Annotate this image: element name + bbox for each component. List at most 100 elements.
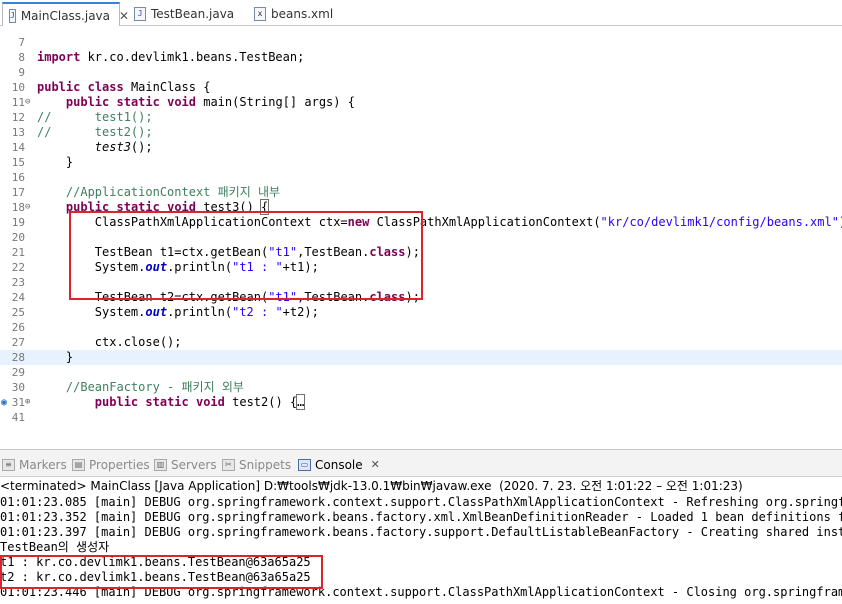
code-line[interactable]: 28 } [0,350,842,365]
console-line: TestBean의 생성자 [0,540,110,554]
code-text: ctx.close(); [37,335,182,349]
tab-console[interactable]: ▭ Console ✕ [298,456,380,473]
code-text: } [37,350,74,364]
console-line: 01:01:23.397 [main] DEBUG org.springfram… [0,525,842,539]
code-line[interactable]: 10 public class MainClass { [0,80,842,95]
tab-beans-xml[interactable]: x beans.xml [248,2,339,26]
markers-icon: ≡ [2,458,15,471]
expand-fold-icon[interactable]: ⊕ [25,395,35,410]
tab-snippets[interactable]: ✂ Snippets [222,456,291,473]
code-text: // test1(); [37,110,153,124]
code-text: } [37,155,74,169]
line-number: 14 [11,141,25,154]
line-number: 9 [18,66,25,79]
tab-label: Servers [171,457,217,472]
code-text: public static void test3() { [65,199,270,215]
servers-icon: ▥ [154,458,167,471]
console-process-header: <terminated> MainClass [Java Application… [0,479,743,493]
code-line[interactable]: 20 [0,230,842,245]
console-line: 01:01:23.085 [main] DEBUG org.springfram… [0,495,842,509]
code-text: ClassPathXmlApplicationContext ctx=new C… [37,215,842,229]
code-editor[interactable]: 41 31 ◉ ⊕ public static void test2() {… 30 /… [0,26,842,438]
java-file-icon: J [9,8,16,23]
code-line[interactable]: 9 [0,65,842,80]
code-line[interactable]: 26 [0,320,842,335]
code-line[interactable]: 13 // test2(); [0,125,842,140]
code-line[interactable]: 18 ⊖ public static void test3() { [0,199,842,215]
code-text: System.out.println("t1 : "+t1); [37,260,319,274]
code-line[interactable]: 19 ClassPathXmlApplicationContext ctx=ne… [0,215,842,230]
collapse-fold-icon[interactable]: ⊖ [25,95,35,110]
code-line[interactable]: 27 ctx.close(); [0,335,842,350]
tab-testbean-java[interactable]: J TestBean.java [128,2,240,26]
code-text: test3(); [94,140,153,154]
override-marker-icon[interactable]: ◉ [1,395,11,410]
tab-label: Properties [89,457,150,472]
tab-properties[interactable]: ▤ Properties [72,456,150,473]
line-number: 12 [11,111,25,124]
tab-servers[interactable]: ▥ Servers [154,456,217,473]
code-line[interactable]: 14 test3(); [0,140,842,155]
line-number: 28 [11,351,25,364]
code-line[interactable]: 17 //ApplicationContext 패키지 내부 [0,185,842,200]
code-line[interactable]: 16 [0,170,842,185]
console-icon: ▭ [298,458,311,471]
line-number: 18 [11,201,25,214]
console-line: 01:01:23.352 [main] DEBUG org.springfram… [0,510,842,524]
xml-file-icon: x [254,7,266,21]
tab-label: beans.xml [271,7,334,21]
collapse-fold-icon[interactable]: ⊖ [25,200,35,215]
code-text: public static void test2() {… [94,394,306,410]
line-number: 26 [11,321,25,334]
code-line[interactable]: 21 TestBean t1=ctx.getBean("t1",TestBean… [0,245,842,260]
line-number: 19 [11,216,25,229]
code-line[interactable]: 31 ◉ ⊕ public static void test2() {… [0,394,842,410]
properties-icon: ▤ [72,458,85,471]
line-number: 41 [11,411,25,424]
line-number: 20 [11,231,25,244]
line-number: 13 [11,126,25,139]
code-text: TestBean t1=ctx.getBean("t1",TestBean.cl… [37,245,420,259]
tab-markers[interactable]: ≡ Markers [2,456,67,473]
tab-label: Console [315,457,363,472]
code-text: TestBean t2=ctx.getBean("t1",TestBean.cl… [37,290,420,304]
code-line[interactable]: 22 System.out.println("t1 : "+t1); [0,260,842,275]
code-line[interactable]: 7 [0,35,842,50]
code-text: import kr.co.devlimk1.beans.TestBean; [37,50,305,64]
code-line[interactable]: 30 //BeanFactory - 패키지 외부 [0,380,842,395]
code-text: // test2(); [37,125,153,139]
line-number: 27 [11,336,25,349]
line-number: 24 [11,291,25,304]
tab-label: Snippets [239,457,292,472]
tab-mainclass-java[interactable]: J MainClass.java ✕ [2,2,129,27]
close-icon[interactable]: ✕ [371,458,380,471]
code-line[interactable]: 8 import kr.co.devlimk1.beans.TestBean; [0,50,842,65]
console-line: 01:01:23.446 [main] DEBUG org.springfram… [0,585,842,599]
snippets-icon: ✂ [222,458,235,471]
line-number: 7 [18,36,25,49]
code-text: System.out.println("t2 : "+t2); [37,305,319,319]
console-line: t1 : kr.co.devlimk1.beans.TestBean@63a65… [0,555,311,569]
code-line[interactable]: 23 [0,275,842,290]
tab-label: TestBean.java [151,7,235,21]
code-line[interactable]: 29 [0,365,842,380]
line-number: 29 [11,366,25,379]
line-number: 23 [11,276,25,289]
line-number: 8 [18,51,25,64]
code-text: public class MainClass { [37,80,211,94]
code-line[interactable]: 15 } [0,155,842,170]
code-line[interactable]: 25 System.out.println("t2 : "+t2); [0,305,842,320]
code-line[interactable]: 12 // test1(); [0,110,842,125]
code-text: public static void main(String[] args) { [65,95,355,109]
code-line[interactable]: 41 [0,410,842,425]
code-line[interactable]: 24 TestBean t2=ctx.getBean("t1",TestBean… [0,290,842,305]
line-number: 17 [11,186,25,199]
view-tab-strip: ≡ Markers ▤ Properties ▥ Servers ✂ Snipp… [0,449,842,477]
line-number: 25 [11,306,25,319]
tab-label: MainClass.java [20,8,111,23]
line-number: 21 [11,246,25,259]
line-number: 15 [11,156,25,169]
code-line[interactable]: 11 ⊖ public static void main(String[] arg… [0,95,842,110]
code-text: //ApplicationContext 패키지 내부 [37,185,281,199]
line-number: 11 [11,96,25,109]
